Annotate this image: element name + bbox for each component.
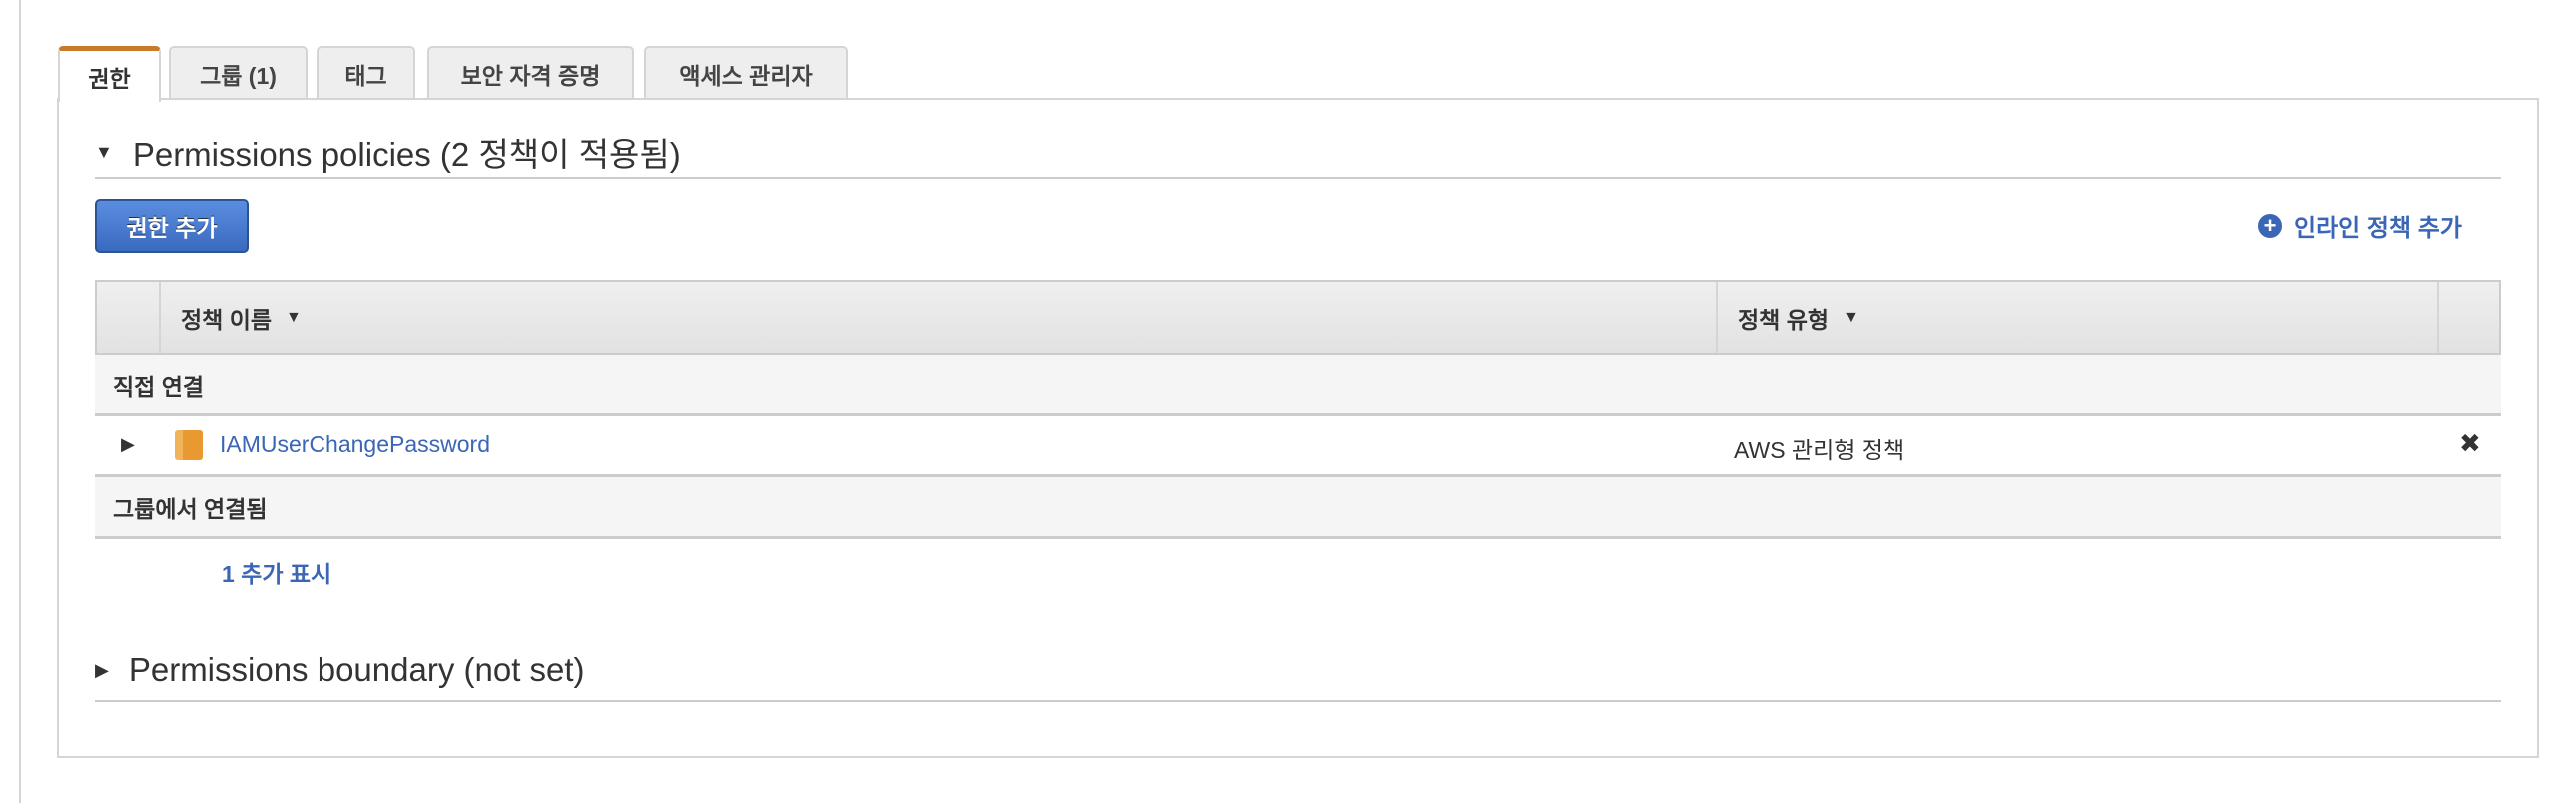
divider: [95, 700, 2501, 702]
permissions-policies-heading: Permissions policies (2 정책이 적용됨): [132, 136, 681, 173]
expand-caret-icon[interactable]: ▶: [121, 434, 135, 455]
add-permissions-button[interactable]: 권한 추가: [95, 199, 249, 253]
caret-down-icon: ▼: [95, 141, 113, 162]
group-attached-section: 그룹에서 연결됨: [95, 477, 2501, 539]
permissions-boundary-heading: Permissions boundary (not set): [128, 651, 585, 688]
table-row: ▶ IAMUserChangePassword AWS 관리형 정책 ✖: [95, 416, 2501, 477]
column-label: 정책 이름: [181, 306, 273, 333]
table-header: 정책 이름 ▼ 정책 유형 ▼: [95, 280, 2501, 355]
policy-box-icon: [175, 430, 203, 460]
add-inline-policy-label: 인라인 정책 추가: [2294, 215, 2462, 242]
tab-access-advisor[interactable]: 액세스 관리자: [644, 46, 848, 100]
page-border: [19, 0, 21, 803]
show-more-row: 1 추가 표시: [95, 539, 2501, 601]
policy-type: AWS 관리형 정책: [1734, 437, 1905, 463]
sort-caret-icon: ▼: [1843, 308, 1859, 326]
tab-security-credentials[interactable]: 보안 자격 증명: [427, 46, 634, 100]
permissions-policies-toggle[interactable]: ▼ Permissions policies (2 정책이 적용됨): [95, 128, 681, 176]
divider: [95, 177, 2501, 179]
caret-right-icon: ▶: [95, 659, 109, 680]
sort-caret-icon: ▼: [286, 308, 302, 326]
direct-attached-section: 직접 연결: [95, 355, 2501, 416]
add-inline-policy-link[interactable]: + 인라인 정책 추가: [2258, 208, 2462, 243]
column-policy-name[interactable]: 정책 이름 ▼: [159, 282, 302, 353]
column-actions: [2437, 282, 2499, 353]
column-policy-type[interactable]: 정책 유형 ▼: [1716, 282, 1859, 353]
permissions-boundary-toggle[interactable]: ▶ Permissions boundary (not set): [95, 651, 585, 689]
tab-permissions[interactable]: 권한: [58, 46, 161, 102]
column-label: 정책 유형: [1738, 306, 1830, 333]
remove-policy-icon[interactable]: ✖: [2459, 428, 2481, 459]
policy-name-link[interactable]: IAMUserChangePassword: [220, 431, 490, 458]
tab-groups[interactable]: 그룹 (1): [169, 46, 308, 100]
plus-circle-icon: +: [2258, 213, 2282, 238]
tab-tags[interactable]: 태그: [317, 46, 415, 100]
show-more-link[interactable]: 1 추가 표시: [222, 555, 331, 589]
policies-table: 정책 이름 ▼ 정책 유형 ▼ 직접 연결 ▶ IAMUserChangePas…: [95, 280, 2501, 601]
